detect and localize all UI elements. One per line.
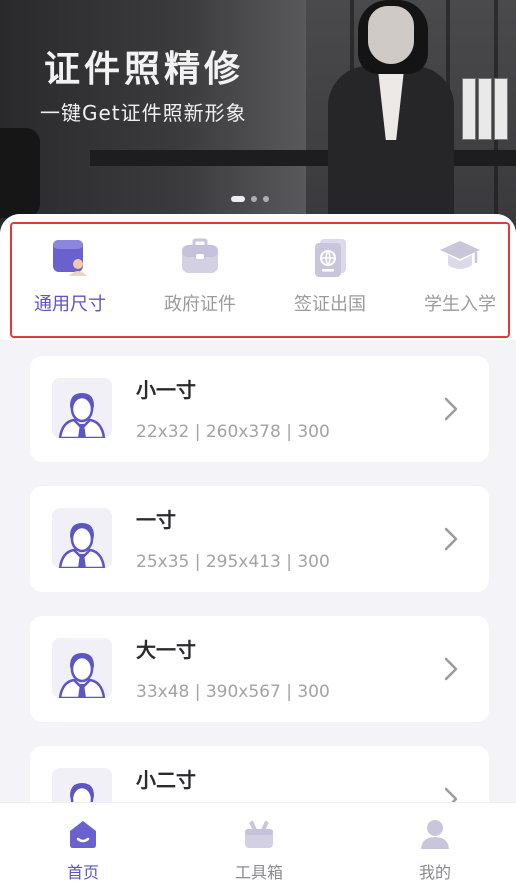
category-label: 通用尺寸 [34,294,106,315]
hero-banner[interactable]: 证件照精修 一键Get证件照新形象 [0,0,516,236]
chevron-right-icon [444,527,458,551]
category-label: 学生入学 [424,294,496,315]
carousel-indicator [231,196,269,202]
businessman-avatar-icon [52,378,112,438]
size-spec: 33x48 | 390x567 | 300 [136,682,330,702]
tab-label: 我的 [418,863,451,882]
toolbox-icon [242,817,276,851]
size-name: 大一寸 [136,638,196,662]
bottom-tab-bar: 首页 工具箱 我的 [0,802,516,888]
size-name: 小二寸 [136,768,196,792]
businessman-avatar-icon [52,508,112,568]
size-spec: 25x35 | 295x413 | 300 [136,552,330,572]
banner-title: 证件照精修 [44,49,245,90]
tab-toolbox[interactable]: 工具箱 [204,817,314,887]
carousel-dot [263,196,269,202]
size-spec: 22x32 | 260x378 | 300 [136,422,330,442]
carousel-dot [231,196,245,202]
category-label: 政府证件 [164,294,236,315]
category-label: 签证出国 [294,294,366,315]
tab-mine[interactable]: 我的 [380,817,490,887]
chair-decoration [0,128,40,218]
category-tab-government-id[interactable]: 政府证件 [150,234,250,320]
graduation-cap-icon [437,234,483,280]
size-card-large-one-inch[interactable]: 大一寸 33x48 | 390x567 | 300 [30,616,489,722]
home-icon [66,817,100,851]
size-card-small-one-inch[interactable]: 小一寸 22x32 | 260x378 | 300 [30,356,489,462]
businessman-avatar-icon [52,638,112,698]
category-tab-student-enrollment[interactable]: 学生入学 [410,234,510,320]
banner-model-photo [300,0,480,236]
chevron-right-icon [444,657,458,681]
id-card-person-icon [47,234,93,280]
carousel-dot [251,196,257,202]
tab-home[interactable]: 首页 [28,817,138,887]
content-sheet: 通用尺寸 政府证件 签证出国 学生入学 小一寸 22x32 | 260x378 … [0,214,516,888]
size-name: 小一寸 [136,378,196,402]
briefcase-icon [177,234,223,280]
passport-icon [307,234,353,280]
tab-label: 首页 [66,863,99,882]
user-icon [418,817,452,851]
size-card-one-inch[interactable]: 一寸 25x35 | 295x413 | 300 [30,486,489,592]
chevron-right-icon [444,397,458,421]
banner-subtitle: 一键Get证件照新形象 [40,101,247,125]
category-tab-general-size[interactable]: 通用尺寸 [20,234,120,320]
tab-label: 工具箱 [234,863,283,882]
category-panel: 通用尺寸 政府证件 签证出国 学生入学 [0,214,516,340]
size-name: 一寸 [136,508,176,532]
category-tab-visa-abroad[interactable]: 签证出国 [280,234,380,320]
